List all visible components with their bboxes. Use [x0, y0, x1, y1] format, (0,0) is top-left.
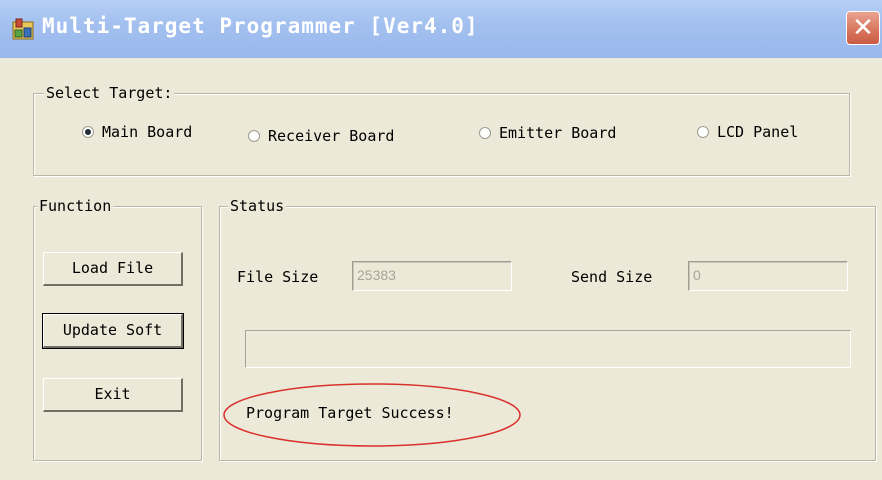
radio-receiver-board[interactable]: Receiver Board: [248, 124, 394, 148]
status-message: Program Target Success!: [246, 404, 454, 422]
send-size-field[interactable]: 0: [688, 261, 848, 291]
exit-button[interactable]: Exit: [43, 378, 183, 412]
close-icon: ✕: [852, 13, 874, 43]
radio-main-board[interactable]: Main Board: [82, 120, 192, 144]
radio-checked-icon: [82, 126, 94, 138]
radio-unchecked-icon: [248, 130, 260, 142]
window-title: Multi-Target Programmer [Ver4.0]: [42, 14, 479, 38]
progress-bar: [245, 330, 851, 368]
radio-unchecked-icon: [479, 127, 491, 139]
radio-emitter-board[interactable]: Emitter Board: [479, 121, 616, 145]
app-icon: [12, 18, 34, 40]
radio-lcd-panel-label: LCD Panel: [717, 123, 799, 141]
status-legend: Status: [228, 197, 287, 215]
send-size-label: Send Size: [571, 268, 653, 286]
radio-emitter-board-label: Emitter Board: [499, 124, 617, 142]
close-button[interactable]: ✕: [846, 11, 880, 45]
radio-receiver-board-label: Receiver Board: [268, 127, 395, 145]
select-target-group: Select Target: Main Board Receiver Board…: [33, 84, 850, 176]
select-target-legend: Select Target:: [44, 84, 175, 102]
radio-main-board-label: Main Board: [102, 123, 193, 141]
load-file-button[interactable]: Load File: [43, 252, 183, 286]
programmer-window: Multi-Target Programmer [Ver4.0] ✕ Selec…: [0, 0, 882, 480]
radio-lcd-panel[interactable]: LCD Panel: [697, 120, 798, 144]
file-size-field[interactable]: 25383: [352, 261, 512, 291]
title-bar[interactable]: Multi-Target Programmer [Ver4.0] ✕: [0, 0, 882, 58]
function-legend: Function: [37, 197, 114, 215]
radio-unchecked-icon: [697, 126, 709, 138]
file-size-label: File Size: [237, 268, 319, 286]
update-soft-button[interactable]: Update Soft: [42, 313, 184, 349]
